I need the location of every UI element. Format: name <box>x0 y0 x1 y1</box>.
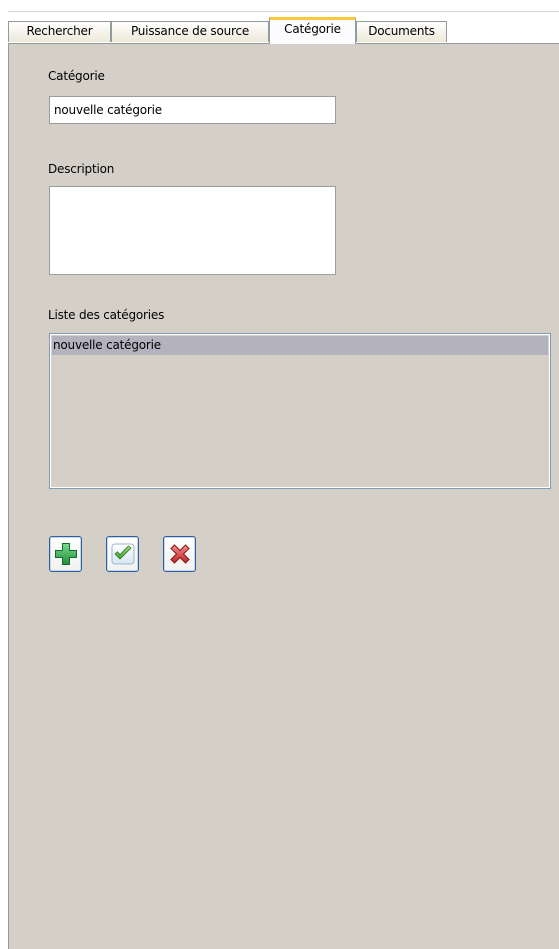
category-listbox[interactable]: nouvelle catégorie <box>49 333 551 489</box>
categorie-tab-panel: Catégorie Description Liste des catégori… <box>8 43 559 949</box>
description-field-label: Description <box>48 162 115 176</box>
tab-categorie[interactable]: Catégorie <box>269 17 356 44</box>
delete-category-button[interactable] <box>163 536 196 572</box>
tab-strip-divider <box>8 11 559 12</box>
tab-strip: Rechercher Puissance de source Catégorie… <box>0 0 559 44</box>
tab-puissance-de-source[interactable]: Puissance de source <box>111 21 269 42</box>
category-field-label: Catégorie <box>48 69 105 83</box>
description-textarea[interactable] <box>49 186 336 275</box>
category-list-label: Liste des catégories <box>48 308 165 322</box>
category-name-input[interactable] <box>49 96 336 124</box>
window-root: Rechercher Puissance de source Catégorie… <box>0 0 559 949</box>
checkmark-icon <box>111 543 134 565</box>
tab-documents[interactable]: Documents <box>356 21 447 42</box>
tab-rechercher[interactable]: Rechercher <box>8 21 111 42</box>
validate-button[interactable] <box>106 536 139 572</box>
add-category-button[interactable] <box>49 536 82 572</box>
x-icon <box>169 544 190 564</box>
plus-icon <box>54 543 77 565</box>
list-item[interactable]: nouvelle catégorie <box>52 336 548 355</box>
